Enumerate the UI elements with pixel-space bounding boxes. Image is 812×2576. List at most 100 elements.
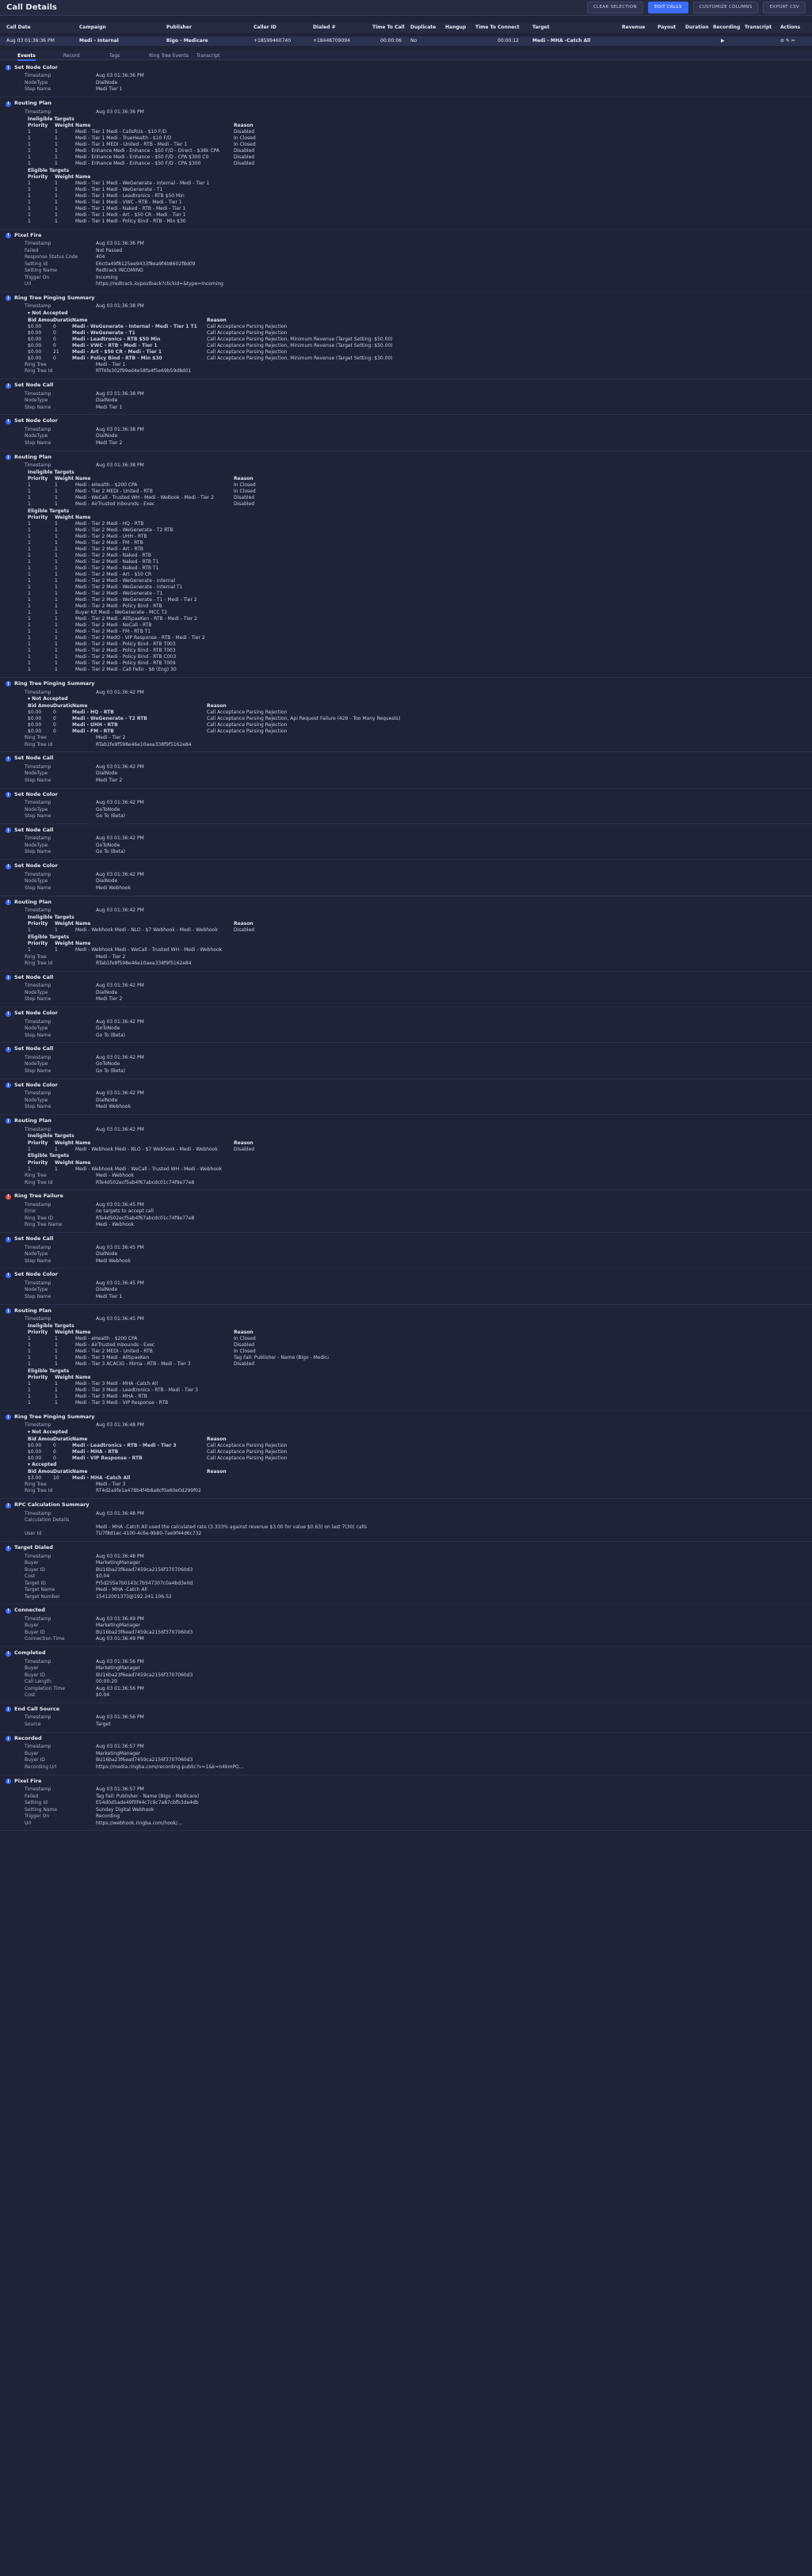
event-item: i Set Node Call Timestamp Aug 03 01:36:42 P… (0, 972, 812, 1008)
column-header: Reason (234, 1140, 254, 1146)
event-header[interactable]: i Set Node Color (6, 791, 807, 798)
field-row: Buyer MarketingManager (6, 1559, 807, 1566)
column-header: Weight (55, 1159, 74, 1166)
event-header[interactable]: i Set Node Call (6, 1235, 807, 1242)
field-label: Ring Tree Id (25, 1179, 53, 1185)
col-target[interactable]: Target (532, 25, 550, 30)
event-header[interactable]: i Set Node Call (6, 1046, 807, 1052)
event-header[interactable]: ! Ring Tree Failure (6, 1193, 807, 1200)
event-header[interactable]: i Recorded (6, 1735, 807, 1742)
event-header[interactable]: i End Call Source (6, 1706, 807, 1713)
field-value: https://webhook.ringba.com/hook/... (96, 1820, 182, 1826)
table-cell: 1 (28, 489, 31, 495)
table-cell: 1 (55, 616, 58, 622)
col-duration[interactable]: Duration (685, 25, 709, 30)
field-label: Step Name (25, 996, 51, 1003)
row-actions-icons[interactable]: ⊘ ✎ ✂ (780, 38, 795, 44)
event-header[interactable]: i Set Node Color (6, 1272, 807, 1278)
field-label: Buyer (25, 1750, 39, 1756)
event-item: i Set Node Call Timestamp Aug 03 01:36:42 P… (0, 752, 812, 789)
event-header[interactable]: i Routing Plan (6, 899, 807, 906)
table-row[interactable]: Aug 03 01:36:36 PM Medi - Internal Bigo … (0, 36, 812, 46)
bid-group-heading[interactable]: ▾ Not Accepted (6, 1429, 807, 1436)
field-row: Buyer ID BU16ba23f6ead7459ca2156f3707060d… (6, 1672, 807, 1679)
col-recording[interactable]: Recording (713, 25, 740, 30)
table-header: Priority Weight Name Reason (28, 123, 807, 129)
event-header[interactable]: i Pixel Fire (6, 1778, 807, 1785)
field-label: Step Name (25, 849, 51, 855)
field-row: Connection Time Aug 03 01:36:49 PM (6, 1636, 807, 1643)
table-row: 1 1 Medi - Tier 1 Medi - Leadtronics - RTB… (28, 193, 807, 200)
field-label: Timestamp (25, 983, 51, 989)
col-time-to-connect[interactable]: Time To Connect (475, 25, 520, 30)
col-revenue[interactable]: Revenue (622, 25, 645, 30)
field-row: Timestamp Aug 03 01:36:45 PM (6, 1244, 807, 1251)
event-header[interactable]: i Set Node Call (6, 974, 807, 981)
event-header[interactable]: i RPC Calculation Summary (6, 1502, 807, 1509)
customize-columns-button[interactable]: CUSTOMIZE COLUMNS (692, 2, 759, 13)
caller-id-cell: +18599460740 (254, 38, 292, 44)
event-header[interactable]: i Set Node Color (6, 1010, 807, 1017)
table-row: $0.00 0 Medi - VIP Response - RTB Call Acce… (28, 1455, 807, 1461)
tab-ring-tree-events[interactable]: Ring Tree Events (149, 53, 189, 59)
table-cell: Call Acceptance Parsing Rejection (207, 348, 288, 355)
col-transcript[interactable]: Transcript (745, 25, 772, 30)
event-header[interactable]: i Set Node Color (6, 418, 807, 424)
col-payout[interactable]: Payout (658, 25, 676, 30)
table-cell: 1 (55, 578, 58, 584)
event-header[interactable]: i Set Node Call (6, 827, 807, 834)
col-dialed[interactable]: Dialed # (313, 25, 336, 30)
col-campaign[interactable]: Campaign (79, 25, 106, 30)
bid-group-heading[interactable]: ▾ Not Accepted (6, 695, 807, 702)
event-header[interactable]: i Set Node Color (6, 1082, 807, 1089)
col-publisher[interactable]: Publisher (166, 25, 192, 30)
table-cell: 0 (53, 329, 56, 336)
tab-record[interactable]: Record (63, 53, 80, 59)
event-header[interactable]: i Ring Tree Pinging Summary (6, 680, 807, 687)
event-header[interactable]: i Routing Plan (6, 454, 807, 461)
field-row: Source Target (6, 1721, 807, 1728)
field-row: Timestamp Aug 03 01:36:42 PM (6, 907, 807, 914)
col-caller-id[interactable]: Caller ID (254, 25, 276, 30)
event-header[interactable]: i Set Node Color (6, 64, 807, 71)
column-header: Name (75, 1375, 91, 1381)
event-header[interactable]: i Completed (6, 1649, 807, 1657)
field-value: Aug 03 01:36:38 PM (96, 426, 144, 432)
tab-tags[interactable]: Tags (109, 53, 120, 59)
event-item: i End Call Source Timestamp Aug 03 01:36:56… (0, 1703, 812, 1733)
field-value: Aug 03 01:36:42 PM (96, 800, 144, 806)
clear-selection-button[interactable]: CLEAR SELECTION (586, 2, 643, 13)
event-header[interactable]: i Pixel Fire (6, 232, 807, 239)
field-row: Step Name Medi Tier 1 (6, 404, 807, 411)
event-icon: i (6, 828, 11, 834)
col-hangup[interactable]: Hangup (445, 25, 466, 30)
ineligible-targets-table: Priority Weight Name Reason 1 1 Medi - eHealth… (6, 1330, 807, 1368)
event-header[interactable]: i Set Node Color (6, 862, 807, 869)
field-label: Setting Id (25, 261, 48, 267)
duplicate-cell: No (410, 38, 417, 44)
bid-group-heading[interactable]: ▾ Accepted (6, 1461, 807, 1468)
export-csv-button[interactable]: EXPORT CSV (763, 2, 806, 13)
event-header[interactable]: i Routing Plan (6, 1307, 807, 1315)
col-time-to-call[interactable]: Time To Call (372, 25, 405, 30)
col-actions[interactable]: Actions (780, 25, 800, 30)
col-duplicate[interactable]: Duplicate (410, 25, 436, 30)
bid-group-heading[interactable]: ▾ Not Accepted (6, 310, 807, 317)
event-header[interactable]: i Connected (6, 1608, 807, 1614)
event-header[interactable]: i Set Node Call (6, 382, 807, 389)
event-header[interactable]: i Routing Plan (6, 100, 807, 107)
play-recording-icon[interactable]: ▶ (721, 38, 725, 44)
event-header[interactable]: i Set Node Call (6, 755, 807, 762)
column-header: Name (75, 1159, 91, 1166)
event-header[interactable]: i Ring Tree Pinging Summary (6, 1414, 807, 1421)
tab-events[interactable]: Events (17, 53, 36, 62)
col-call-date[interactable]: Call Date (6, 25, 31, 30)
edit-calls-button[interactable]: EDIT CALLS (647, 2, 688, 13)
event-header[interactable]: i Target Dialed (6, 1544, 807, 1551)
event-header[interactable]: i Routing Plan (6, 1117, 807, 1124)
event-item: i Target Dialed Timestamp Aug 03 01:36:48 P… (0, 1542, 812, 1605)
error-icon: ! (6, 1193, 11, 1200)
field-label: NodeType (25, 433, 48, 439)
event-header[interactable]: i Ring Tree Pinging Summary (6, 295, 807, 302)
tab-transcript[interactable]: Transcript (196, 53, 219, 59)
